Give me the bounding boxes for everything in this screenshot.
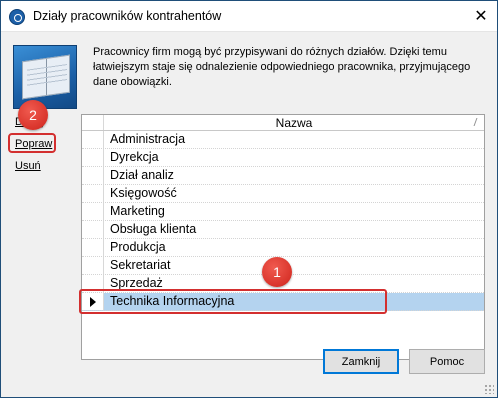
description-text: Pracownicy firm mogą być przypisywani do… (93, 46, 471, 88)
table-row[interactable]: Administracja (82, 131, 484, 149)
current-row-arrow-icon (90, 297, 96, 307)
row-indicator (82, 149, 104, 166)
table-row[interactable]: Produkcja (82, 239, 484, 257)
row-name: Księgowość (110, 186, 177, 200)
row-name: Dział analiz (110, 168, 174, 182)
help-button[interactable]: Pomoc (409, 349, 485, 374)
row-indicator (82, 221, 104, 238)
edit-link-highlight (8, 133, 56, 153)
table-row[interactable]: Księgowość (82, 185, 484, 203)
app-logo-icon (9, 9, 25, 25)
row-indicator (82, 131, 104, 148)
resize-grip-icon[interactable] (484, 384, 494, 394)
address-book-icon (13, 45, 77, 109)
close-window-button[interactable]: ✕ (469, 5, 493, 27)
row-name: Technika Informacyjna (110, 294, 235, 308)
table-header: Nazwa (82, 115, 484, 131)
header-corner (82, 115, 104, 130)
table-row[interactable]: Dział analiz (82, 167, 484, 185)
row-indicator (82, 239, 104, 256)
row-name: Sekretariat (110, 258, 171, 272)
row-name: Sprzedaż (110, 276, 163, 290)
row-indicator (82, 185, 104, 202)
row-indicator (82, 257, 104, 274)
row-indicator (82, 203, 104, 220)
departments-table[interactable]: Nazwa Administracja Dyrekcja Dział anali… (81, 114, 485, 360)
row-name: Produkcja (110, 240, 166, 254)
table-row[interactable]: Dyrekcja (82, 149, 484, 167)
row-name: Marketing (110, 204, 165, 218)
row-name: Obsługa klienta (110, 222, 197, 236)
table-row-selected[interactable]: Technika Informacyjna (82, 293, 484, 311)
close-button[interactable]: Zamknij (323, 349, 399, 374)
title-bar[interactable]: Działy pracowników kontrahentów ✕ (1, 1, 497, 32)
step-badge-2: 2 (18, 100, 48, 130)
dialog-content: Pracownicy firm mogą być przypisywani do… (1, 33, 497, 397)
row-indicator (82, 275, 104, 292)
book-graphic (22, 54, 70, 100)
row-name: Dyrekcja (110, 150, 159, 164)
table-row[interactable]: Obsługa klienta (82, 221, 484, 239)
row-indicator (82, 167, 104, 184)
dialog-window: Działy pracowników kontrahentów ✕ Pracow… (0, 0, 498, 398)
row-indicator (82, 293, 104, 310)
delete-link[interactable]: Usuń (15, 160, 41, 172)
table-row[interactable]: Marketing (82, 203, 484, 221)
step-badge-1: 1 (262, 257, 292, 287)
column-header-name[interactable]: Nazwa (104, 116, 484, 130)
row-name: Administracja (110, 132, 186, 146)
window-title: Działy pracowników kontrahentów (33, 9, 222, 23)
